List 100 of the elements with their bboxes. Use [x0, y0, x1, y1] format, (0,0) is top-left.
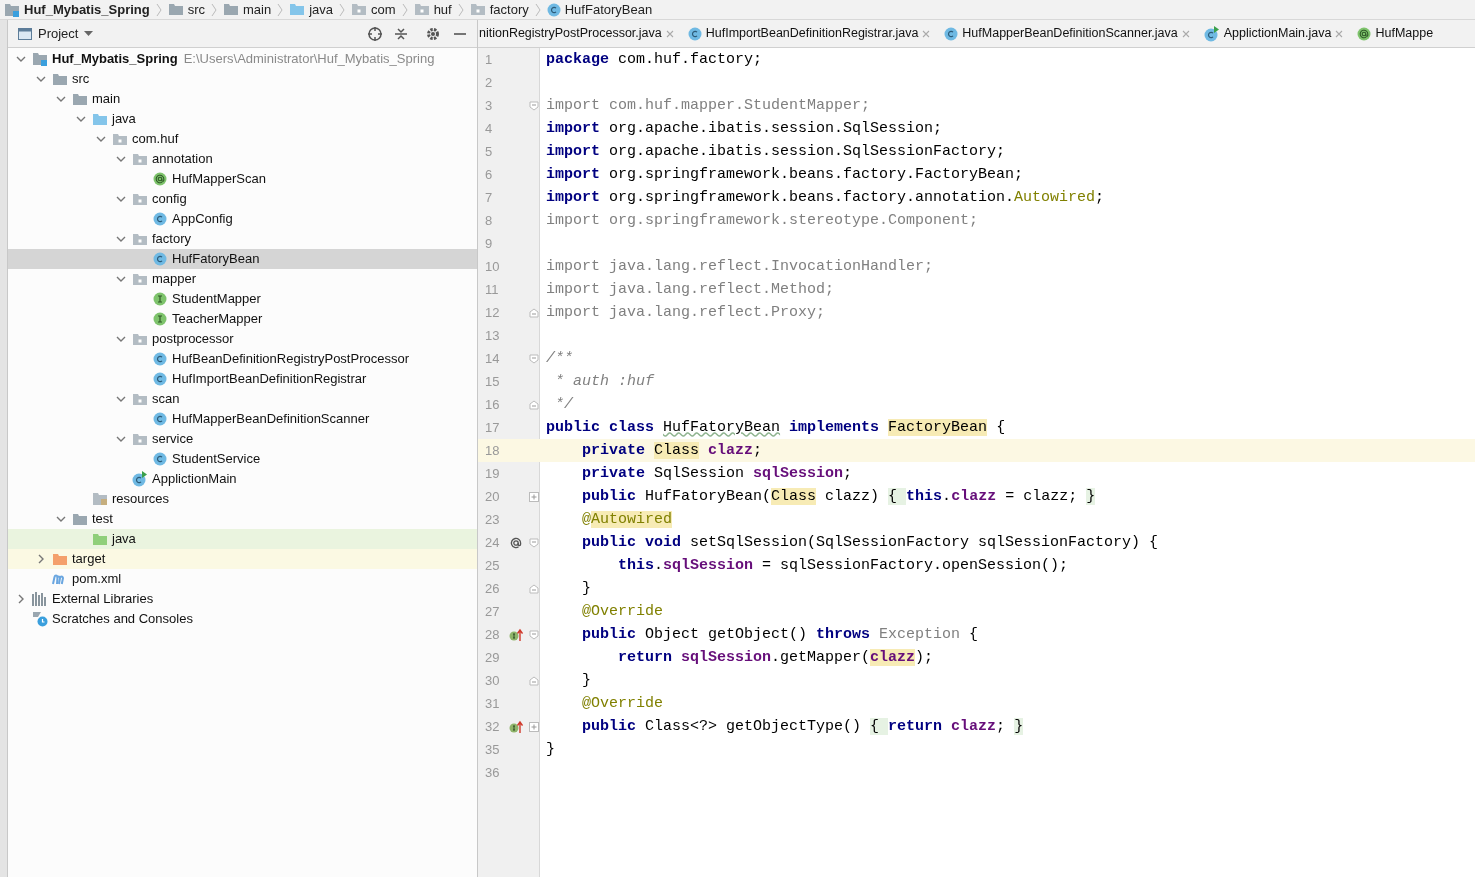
project-view-dropdown[interactable]: Project [18, 23, 94, 44]
code-line: @Override [581, 693, 664, 714]
line-number: 13 [485, 326, 501, 345]
tree-item[interactable]: External Libraries [8, 589, 477, 609]
package-icon [132, 192, 148, 206]
breadcrumb-separator-icon [457, 2, 464, 17]
tree-item[interactable]: HufImportBeanDefinitionRegistrar [8, 369, 477, 389]
tree-item[interactable]: HufMapperBeanDefinitionScanner [8, 409, 477, 429]
override-method-icon[interactable] [509, 627, 523, 642]
fold-start-icon[interactable] [529, 629, 539, 640]
settings-icon[interactable] [425, 25, 441, 42]
tree-item[interactable]: target [8, 549, 477, 569]
package-icon [132, 152, 148, 166]
tree-item[interactable]: main [8, 89, 477, 109]
annotation-icon [153, 172, 167, 186]
line-number: 8 [485, 211, 494, 230]
code-line: import org.springframework.beans.factory.FactoryBean; [546, 164, 1024, 185]
code-line: import org.springframework.beans.factory.annotation.Autowired; [546, 187, 1105, 208]
package-icon [132, 392, 148, 406]
line-number: 15 [485, 372, 501, 391]
code-line: } [581, 670, 591, 691]
code-line: import org.apache.ibatis.session.SqlSession; [546, 118, 943, 139]
package-icon [112, 132, 128, 146]
tree-item[interactable]: AppConfig [8, 209, 477, 229]
breadcrumb-item[interactable]: src [167, 0, 206, 20]
tree-item[interactable]: java [8, 529, 477, 549]
package-icon [132, 432, 148, 446]
code-line: import java.lang.reflect.InvocationHandler; [546, 256, 934, 277]
fold-start-icon[interactable] [529, 537, 539, 548]
package-icon [132, 272, 148, 286]
code-line: this.sqlSession = sqlSessionFactory.openSession(); [617, 555, 1069, 576]
collapse-all-icon[interactable] [393, 25, 409, 42]
package-icon [132, 232, 148, 246]
tree-item[interactable]: service [8, 429, 477, 449]
editor-tab[interactable]: HufMapperBeanDefinitionScanner.java [937, 20, 1197, 47]
breadcrumb-item[interactable]: java [289, 0, 334, 20]
class-icon [153, 412, 167, 426]
line-number: 31 [485, 694, 501, 713]
locate-icon[interactable] [367, 25, 383, 42]
tree-item[interactable]: HufFatoryBean [8, 249, 477, 269]
tree-item[interactable]: HufBeanDefinitionRegistryPostProcessor [8, 349, 477, 369]
tree-item[interactable]: resources [8, 489, 477, 509]
line-number: 17 [485, 418, 501, 437]
breadcrumb-item[interactable]: factory [469, 0, 529, 20]
breadcrumb-item[interactable]: main [223, 0, 272, 20]
breadcrumb-separator-icon [339, 2, 346, 17]
line-number: 36 [485, 763, 501, 782]
implemented-method-icon[interactable] [509, 535, 523, 550]
override-method-icon[interactable] [509, 719, 523, 734]
editor-tab[interactable]: HufMappe [1350, 20, 1441, 47]
line-number: 24 [485, 533, 501, 552]
line-number: 11 [485, 280, 500, 299]
fold-start-icon[interactable] [529, 100, 539, 111]
project-folder-icon [4, 2, 20, 17]
folder-icon [223, 3, 240, 16]
code-line: /** [546, 348, 573, 369]
code-line: public Class<?> getObjectType() { return clazz; } [581, 716, 1024, 737]
editor-tab[interactable]: ApplictionMain.java [1196, 20, 1351, 47]
code-line: import org.apache.ibatis.session.SqlSessionFactory; [546, 141, 1006, 162]
breadcrumb-item[interactable]: com [351, 0, 396, 20]
fold-start-icon[interactable] [529, 353, 539, 364]
runnable-class-icon [1203, 25, 1220, 42]
tree-item[interactable]: HufMapperScan [8, 169, 477, 189]
line-number: 23 [485, 510, 501, 529]
folder-icon [92, 112, 108, 126]
tree-item[interactable]: test [8, 509, 477, 529]
tree-item[interactable]: Scratches and Consoles [8, 609, 477, 629]
line-number: 12 [485, 303, 501, 322]
tree-item[interactable]: java [8, 109, 477, 129]
tree-item[interactable]: StudentMapper [8, 289, 477, 309]
line-number: 29 [485, 648, 501, 667]
tree-item[interactable]: TeacherMapper [8, 309, 477, 329]
line-number: 2 [485, 73, 494, 92]
tree-item[interactable]: pom.xml [8, 569, 477, 589]
breadcrumb-separator-icon [211, 2, 218, 17]
tree-item[interactable]: postprocessor [8, 329, 477, 349]
tree-item[interactable]: ApplictionMain [8, 469, 477, 489]
breadcrumb-item[interactable]: Huf_Mybatis_Spring [4, 0, 150, 20]
package-icon [469, 3, 486, 16]
tree-item[interactable]: scan [8, 389, 477, 409]
tree-item[interactable]: com.huf [8, 129, 477, 149]
class-icon [153, 452, 167, 466]
line-number: 5 [485, 142, 494, 161]
breadcrumb-separator-icon [277, 2, 284, 17]
tree-item[interactable]: mapper [8, 269, 477, 289]
tree-item[interactable]: config [8, 189, 477, 209]
annotation-icon [1357, 26, 1372, 41]
tree-item[interactable]: src [8, 69, 477, 89]
editor-tab[interactable]: HufImportBeanDefinitionRegistrar.java [680, 20, 938, 47]
editor-tab[interactable]: nitionRegistryPostProcessor.java [478, 20, 681, 47]
tree-item[interactable]: StudentService [8, 449, 477, 469]
breadcrumb-item[interactable]: HufFatoryBean [546, 0, 653, 20]
code-line: } [581, 578, 591, 599]
package-icon [351, 3, 368, 16]
tree-item[interactable]: factory [8, 229, 477, 249]
line-number: 4 [485, 119, 494, 138]
class-icon [153, 372, 167, 386]
breadcrumb-item[interactable]: huf [413, 0, 452, 20]
tree-item[interactable]: annotation [8, 149, 477, 169]
tree-item[interactable]: Huf_Mybatis_Spring E:\Users\Administrator\Huf_Mybatis_Spring [8, 49, 477, 69]
